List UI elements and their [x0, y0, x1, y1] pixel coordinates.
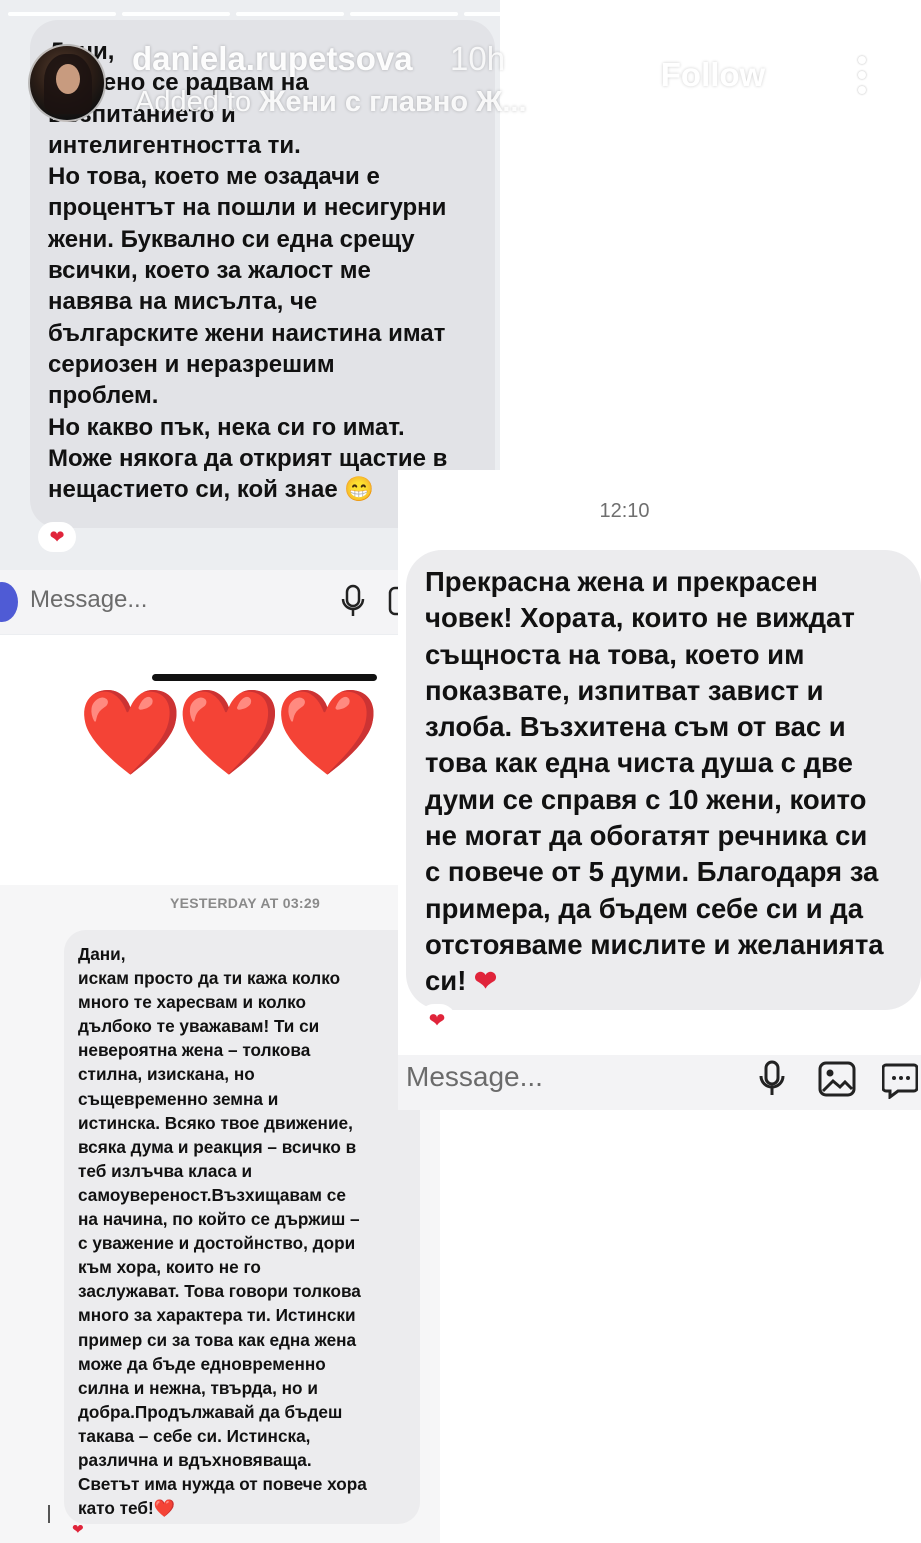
story-segment — [121, 12, 230, 16]
message-text: Прекрасна жена и прекрасен човек! Хората… — [425, 564, 919, 1000]
story-segment — [349, 12, 458, 16]
message-bar: Message... — [398, 1055, 921, 1110]
heart-reaction-icon: ❤ — [38, 522, 76, 552]
message-body: Прекрасна жена и прекрасен човек! Хората… — [425, 566, 884, 997]
sticker-icon — [882, 1063, 918, 1099]
message-text: Дани, искам просто да ти кажа колко мног… — [78, 944, 367, 1519]
screenshot-right: 12:10 Прекрасна жена и прекрасен човек! … — [398, 470, 921, 1110]
avatar[interactable] — [28, 44, 106, 122]
more-options-icon[interactable] — [852, 56, 872, 102]
story-segment — [8, 12, 116, 16]
story-segment — [463, 12, 572, 16]
edge-mark — [48, 1505, 50, 1523]
highlight-name: Жени с главно Ж... — [259, 86, 527, 118]
message-input-placeholder: Message... — [406, 1061, 543, 1092]
story-segment — [691, 12, 800, 16]
message-input-placeholder: Message... — [30, 586, 148, 613]
avatar-face — [56, 64, 80, 94]
screenshot-bottom-left: YESTERDAY AT 03:29 Дани, искам просто да… — [0, 885, 440, 1543]
heart-emoji-icon: ❤ — [474, 965, 498, 997]
divider-line — [152, 674, 377, 681]
added-to-link[interactable]: Added to Жени с главно Ж... — [135, 86, 527, 119]
heart-reaction-icon: ❤ — [72, 1521, 84, 1537]
microphone-icon — [341, 584, 365, 616]
story-segment — [235, 12, 344, 16]
story-segment — [577, 12, 686, 16]
story-segment — [805, 12, 913, 16]
heart-reaction-icon: ❤ — [418, 1004, 456, 1036]
story-time: 10h — [450, 40, 506, 77]
message-timestamp: 12:10 — [599, 500, 650, 522]
follow-button[interactable]: Follow — [622, 38, 804, 112]
gallery-icon — [818, 1061, 856, 1097]
username-link[interactable]: daniela.rupetsova — [132, 40, 413, 78]
story-header: daniela.rupetsova 10h Added to Жени с гл… — [0, 26, 921, 136]
added-prefix: Added to — [135, 86, 252, 118]
camera-button-icon — [0, 582, 18, 622]
story-progress-bar — [8, 12, 913, 16]
microphone-icon — [759, 1060, 785, 1095]
hearts-emoji: ❤️❤️❤️ — [78, 685, 380, 779]
